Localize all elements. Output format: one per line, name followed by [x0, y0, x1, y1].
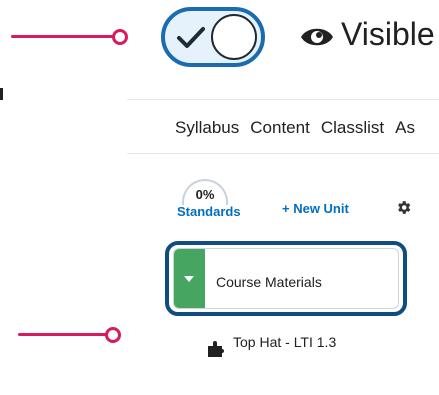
gear-icon[interactable]: [395, 199, 412, 216]
course-navbar: Syllabus Content Classlist As: [175, 118, 426, 138]
unit-title: Course Materials: [216, 274, 322, 290]
callout-line-bottom: [18, 333, 110, 336]
nav-item-assignments[interactable]: As: [395, 118, 415, 137]
lti-item-link[interactable]: Top Hat - LTI 1.3: [233, 334, 336, 350]
standards-percent: 0%: [182, 179, 228, 205]
toggle-knob: [211, 14, 257, 60]
divider-top: [127, 99, 439, 100]
puzzle-piece-icon: [208, 341, 224, 357]
nav-item-classlist[interactable]: Classlist: [321, 118, 384, 137]
nav-item-syllabus[interactable]: Syllabus: [175, 118, 239, 137]
eye-icon: [301, 28, 333, 46]
unit-card-course-materials[interactable]: Course Materials: [165, 241, 407, 316]
edge-marker: [0, 88, 3, 100]
callout-dot-bottom: [105, 327, 121, 343]
standards-link[interactable]: Standards: [177, 204, 241, 219]
unit-expand-handle[interactable]: [174, 249, 205, 308]
unit-card-body: Course Materials: [173, 248, 399, 309]
nav-item-content[interactable]: Content: [250, 118, 310, 137]
new-unit-button[interactable]: + New Unit: [282, 201, 349, 216]
callout-dot-top: [112, 29, 128, 45]
divider-bottom: [127, 153, 439, 154]
visibility-toggle[interactable]: [161, 7, 265, 67]
caret-down-icon: [184, 276, 194, 282]
callout-line-top: [11, 35, 117, 38]
visibility-status-label: Visible: [341, 16, 435, 52]
check-icon: [177, 27, 205, 48]
